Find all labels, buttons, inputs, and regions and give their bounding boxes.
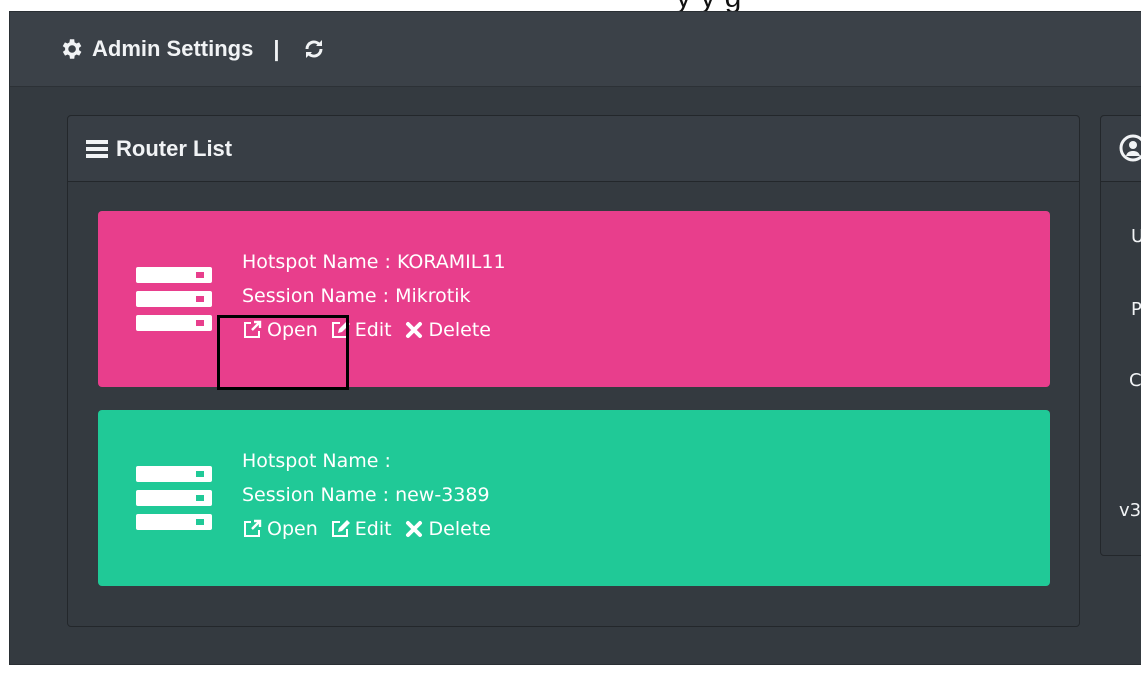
edit-button[interactable]: Edit [330, 313, 392, 347]
router-item: Hotspot Name : Session Name : new-3389 O… [98, 410, 1050, 586]
caption-text: y y g [676, 0, 742, 11]
router-info: Hotspot Name : KORAMIL11 Session Name : … [242, 245, 506, 347]
router-list-header: Router List [68, 116, 1079, 182]
router-list-card: Router List Hotspot Name : KORAMIL11 Ses… [67, 115, 1080, 627]
admin-settings-title: Admin Settings [92, 36, 254, 61]
open-label: Open [267, 518, 318, 540]
delete-label: Delete [428, 518, 491, 540]
delete-label: Delete [428, 319, 491, 341]
edit-label: Edit [354, 319, 392, 341]
router-info: Hotspot Name : Session Name : new-3389 O… [242, 444, 503, 546]
router-actions: Open Edit Delete [242, 313, 506, 347]
edit-icon [331, 321, 350, 338]
close-icon [405, 322, 422, 338]
edit-icon [331, 520, 350, 537]
admin-settings-header: Admin Settings | [10, 12, 1141, 87]
external-link-icon [244, 320, 262, 338]
header-separator: | [273, 36, 280, 61]
top-caption: y y g [0, 0, 1141, 11]
open-button[interactable]: Open [242, 512, 318, 546]
delete-button[interactable]: Delete [404, 313, 491, 347]
side-label: U [1131, 226, 1141, 247]
hotspot-name: Hotspot Name : KORAMIL11 [242, 251, 506, 273]
delete-button[interactable]: Delete [404, 512, 491, 546]
user-circle-icon [1119, 134, 1141, 162]
router-list-title: Router List [116, 135, 233, 161]
gear-icon [62, 39, 82, 59]
hotspot-name: Hotspot Name : [242, 450, 391, 472]
close-icon [405, 521, 422, 537]
side-label: P [1131, 299, 1141, 320]
external-link-icon [244, 519, 262, 537]
refresh-icon[interactable] [302, 37, 326, 61]
session-name: Session Name : new-3389 [242, 484, 490, 506]
edit-button[interactable]: Edit [330, 512, 392, 546]
open-label: Open [267, 319, 318, 341]
router-actions: Open Edit Delete [242, 512, 503, 546]
router-item: Hotspot Name : KORAMIL11 Session Name : … [98, 211, 1050, 387]
session-name: Session Name : Mikrotik [242, 285, 471, 307]
server-icon [136, 267, 212, 331]
side-label: v3 [1119, 500, 1141, 521]
edit-label: Edit [354, 518, 392, 540]
server-icon [136, 466, 212, 530]
side-info-header [1101, 116, 1141, 182]
list-icon [86, 139, 108, 158]
side-label: C [1129, 370, 1141, 391]
side-info-card: U P C v3 [1100, 115, 1141, 556]
open-button[interactable]: Open [242, 313, 318, 347]
